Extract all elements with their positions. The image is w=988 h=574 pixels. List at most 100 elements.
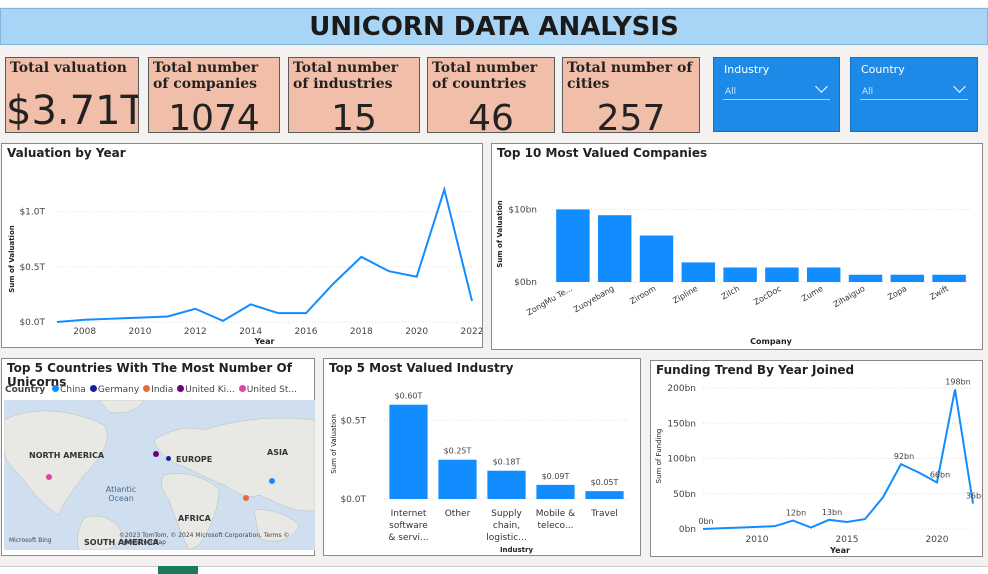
y-tick-label: 200bn — [667, 384, 696, 394]
map-bubble-china[interactable] — [269, 478, 275, 484]
legend-item[interactable]: China — [52, 385, 86, 395]
data-label: 92bn — [894, 452, 914, 461]
y-tick-label: $10bn — [508, 205, 537, 215]
map-bubble-united-kingdom[interactable] — [153, 451, 159, 457]
y-tick-label: 0bn — [679, 525, 696, 535]
company-bar — [556, 209, 590, 282]
x-tick-label: 2012 — [184, 327, 207, 337]
map-label-north-america: NORTH AMERICA — [29, 451, 105, 460]
map-label-africa: AFRICA — [178, 514, 211, 523]
valuation-series-line — [56, 185, 473, 323]
top5-industry-panel[interactable]: Top 5 Most Valued Industry $0.0T $0.5T $0.… — [323, 358, 641, 556]
legend-item[interactable]: India — [143, 385, 173, 395]
data-label: 66bn — [930, 470, 950, 479]
funding-trend-panel[interactable]: Funding Trend By Year Joined 0bn 50bn 100b… — [650, 360, 983, 557]
company-bar — [723, 267, 757, 282]
top10-companies-panel[interactable]: Top 10 Most Valued Companies $0bn $10bn Zo… — [491, 143, 983, 350]
page-tab-active[interactable] — [158, 566, 198, 574]
chevron-down-icon[interactable] — [953, 80, 966, 93]
chevron-down-icon[interactable] — [815, 80, 828, 93]
kpi-card-total-industries: Total number of industries 15 — [288, 57, 420, 133]
data-label: 13bn — [822, 508, 842, 517]
legend-item[interactable]: United St... — [238, 385, 297, 395]
x-tick-label: Zopa — [886, 284, 908, 302]
data-label: $0.05T — [591, 478, 619, 487]
data-label: $0.18T — [493, 458, 521, 467]
company-bar — [597, 215, 632, 282]
page-title: UNICORN DATA ANALYSIS — [309, 12, 679, 42]
industry-dropdown[interactable]: All — [723, 80, 830, 100]
x-axis-label: Industry — [500, 546, 534, 554]
industry-bar — [585, 491, 624, 499]
kpi-value: $3.71T — [6, 88, 139, 133]
kpi-label: Total number of countries — [432, 60, 538, 92]
slicer-label: Country — [861, 63, 905, 76]
kpi-value: 46 — [468, 98, 514, 133]
x-tick-label: Travel — [590, 509, 618, 519]
map-bubble-germany[interactable] — [166, 456, 171, 461]
country-slicer[interactable]: Country All — [850, 57, 978, 132]
x-tick-label: 2018 — [350, 327, 373, 337]
map-label-europe: EUROPE — [176, 455, 213, 464]
x-tick-label: ZocDoc — [752, 284, 783, 307]
data-label: $0.60T — [395, 392, 423, 401]
map-bubble-united-states[interactable] — [46, 474, 52, 480]
world-map[interactable]: NORTH AMERICA EUROPE ASIA AFRICA SOUTH A… — [4, 400, 315, 550]
y-tick-label: 100bn — [667, 455, 696, 465]
legend-item[interactable]: Germany — [89, 385, 140, 395]
y-tick-label: 50bn — [673, 490, 696, 500]
dropdown-value: All — [862, 87, 874, 97]
x-tick-label: Supply — [491, 509, 522, 519]
kpi-label: Total number of cities — [567, 60, 693, 92]
kpi-card-total-countries: Total number of countries 46 — [427, 57, 555, 133]
data-label: $0.09T — [542, 472, 570, 481]
legend-label: United Ki... — [185, 385, 235, 395]
legend-dot-icon — [89, 385, 97, 392]
company-bar — [932, 274, 966, 282]
legend-dot-icon — [177, 385, 185, 392]
y-axis-label: Sum of Valuation — [8, 225, 16, 292]
industry-slicer[interactable]: Industry All — [713, 57, 840, 132]
y-tick-label: $1.0T — [19, 208, 45, 218]
y-tick-label: $0bn — [514, 278, 537, 288]
x-tick-label: 2020 — [405, 327, 428, 337]
map-label-atlantic-ocean: Atlantic Ocean — [105, 485, 137, 503]
industry-bar — [389, 404, 428, 499]
valuation-by-year-panel[interactable]: Valuation by Year $0.0T $0.5T $1.0T 2008 201… — [1, 143, 483, 348]
y-tick-label: $0.0T — [19, 318, 45, 328]
map-attribution[interactable]: ©2023 TomTom, © 2024 Microsoft Corporati… — [119, 532, 299, 546]
x-tick-label: software — [389, 521, 428, 531]
x-tick-label: ZongMu Te... — [525, 284, 574, 317]
bing-logo: Microsoft Bing — [9, 537, 52, 544]
x-tick-label: Ziroom — [628, 284, 657, 306]
industry-bar — [487, 470, 526, 499]
data-label: 36bn — [966, 492, 982, 501]
legend-dot-icon — [52, 385, 60, 392]
industry-bar-chart: $0.0T $0.5T $0.60T Internet software & servi.… — [330, 392, 629, 554]
x-tick-label: 2010 — [746, 535, 769, 545]
company-bar — [681, 262, 716, 282]
company-bar — [806, 267, 841, 282]
kpi-label: Total valuation — [10, 60, 127, 76]
x-tick-label: Mobile & — [536, 509, 575, 519]
legend-label: Germany — [97, 385, 140, 395]
company-bar — [765, 267, 799, 282]
y-tick-label: 150bn — [667, 419, 696, 429]
dropdown-value: All — [725, 87, 737, 97]
kpi-value: 15 — [331, 98, 377, 133]
legend-label: United St... — [246, 385, 297, 395]
x-tick-label: Zuoyebang — [572, 284, 616, 314]
company-bar — [639, 235, 674, 282]
x-tick-label: Zwift — [928, 284, 950, 302]
map-bubble-india[interactable] — [243, 495, 249, 501]
kpi-value: 257 — [596, 98, 666, 133]
legend-item[interactable]: United Ki... — [177, 385, 235, 395]
industry-bar — [438, 459, 477, 499]
y-tick-label: $0.0T — [340, 495, 366, 505]
country-dropdown[interactable]: All — [860, 80, 968, 100]
x-tick-label: 2010 — [129, 327, 152, 337]
x-tick-label: Zipline — [671, 284, 699, 305]
x-axis-label: Company — [750, 337, 793, 346]
x-axis-label: Year — [829, 546, 850, 555]
top-strip — [0, 0, 988, 7]
